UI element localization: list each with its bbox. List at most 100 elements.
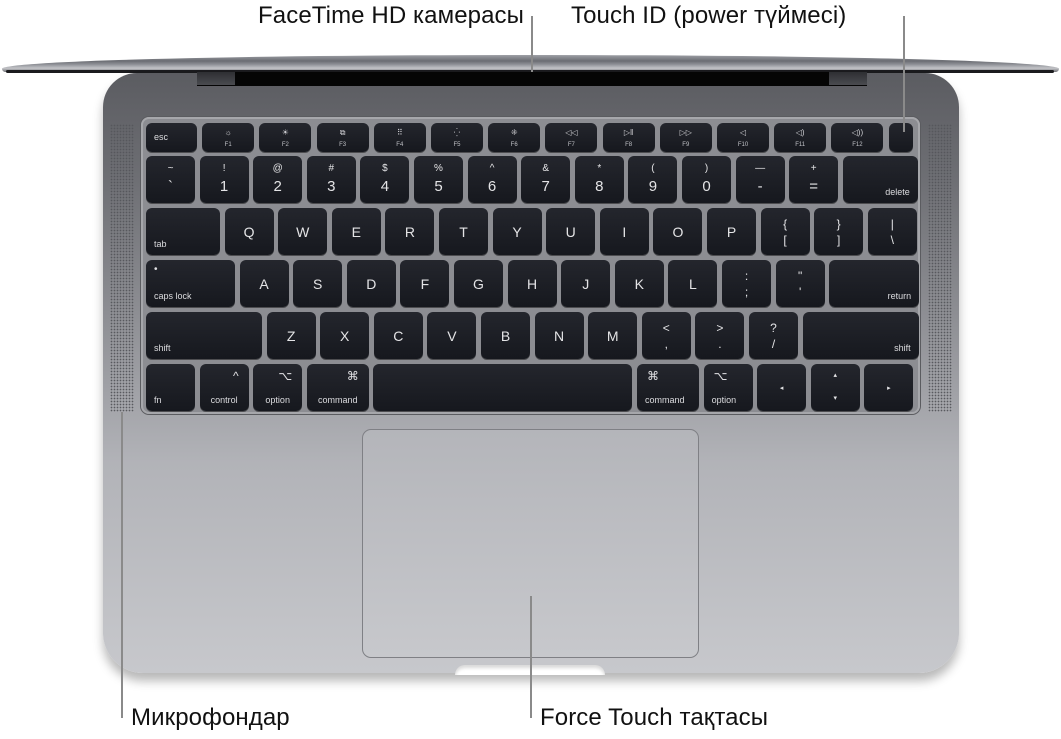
key-a[interactable]: A — [239, 260, 289, 307]
key-return[interactable]: return — [829, 260, 920, 307]
key-blank[interactable]: {[ — [760, 208, 810, 255]
key-label: control — [210, 395, 238, 405]
key-blank[interactable]: <, — [641, 312, 691, 359]
key-b[interactable]: B — [481, 312, 530, 359]
key-primary-symbol: ; — [744, 285, 749, 299]
key-blank[interactable]: }] — [814, 208, 864, 255]
key-up-down-arrows[interactable]: ▴ ▾ — [810, 364, 860, 411]
key-5[interactable]: % 5 — [414, 156, 463, 203]
key-f7[interactable]: ◁◁ F7 — [545, 123, 598, 152]
key-f4[interactable]: ⠿ F4 — [373, 123, 426, 152]
key-primary-symbol: 7 — [541, 178, 550, 195]
key-8[interactable]: * 8 — [574, 156, 624, 203]
key-7[interactable]: & 7 — [521, 156, 571, 203]
key-command[interactable]: ⌘ command — [637, 364, 699, 411]
key-i[interactable]: I — [599, 208, 649, 255]
key-f[interactable]: F — [400, 260, 450, 307]
key-d[interactable]: D — [346, 260, 396, 307]
key-letter: D — [366, 275, 377, 292]
key-command[interactable]: ⌘ command — [306, 364, 369, 411]
key-esc[interactable]: esc — [146, 123, 197, 152]
key-blank[interactable]: — - — [735, 156, 785, 203]
key-f5[interactable]: ⁛ F5 — [431, 123, 483, 152]
key-v[interactable]: V — [427, 312, 477, 359]
key-blank[interactable]: ~ ` — [146, 156, 195, 203]
microphones-callout: Микрофондар — [131, 704, 290, 731]
key-f10[interactable]: ◁ F10 — [717, 123, 769, 152]
key-primary-symbol: ` — [168, 178, 173, 195]
key-letter: Q — [243, 223, 255, 240]
key-9[interactable]: (9 — [628, 156, 678, 203]
key-letter: J — [582, 275, 590, 292]
key-n[interactable]: N — [534, 312, 584, 359]
key-2[interactable]: @2 — [253, 156, 303, 203]
key-f12[interactable]: ◁)) F12 — [831, 123, 884, 152]
key-m[interactable]: M — [588, 312, 638, 359]
touch-id-callout: Touch ID (power түймесі) — [571, 2, 847, 29]
caps-lock-indicator-icon: • — [154, 264, 158, 275]
key-r[interactable]: R — [385, 208, 435, 255]
key-1[interactable]: ! 1 — [199, 156, 249, 203]
microphones-leader-line — [121, 412, 123, 718]
key-delete[interactable]: delete — [842, 156, 918, 203]
key-blank[interactable]: " ' — [775, 260, 825, 307]
key-f9[interactable]: ▷▷ F9 — [659, 123, 712, 152]
key-p[interactable]: P — [707, 208, 756, 255]
key-f6[interactable]: ⁜ F6 — [488, 123, 541, 152]
camera-callout: FaceTime HD камерасы — [258, 2, 524, 29]
key-blank[interactable]: :; — [722, 260, 771, 307]
key-primary-symbol: ] — [837, 233, 841, 247]
key-t[interactable]: T — [439, 208, 488, 255]
key-f2[interactable]: ☀ F2 — [259, 123, 312, 152]
spacebar-key[interactable] — [373, 364, 633, 411]
key-tab[interactable]: tab — [146, 208, 220, 255]
control-symbol-icon: ^ — [232, 369, 239, 383]
key-right-arrow[interactable]: ▸ — [864, 364, 914, 411]
key-letter: K — [634, 275, 644, 292]
key-z[interactable]: Z — [266, 312, 316, 359]
trackpad-leader-line — [530, 596, 532, 718]
f5-function-icon: ⁛ — [453, 128, 461, 137]
key-blank[interactable]: | \ — [867, 208, 917, 255]
key-q[interactable]: Q — [224, 208, 274, 255]
key-label: return — [887, 291, 912, 301]
key-3[interactable]: #3 — [306, 156, 356, 203]
key-control[interactable]: ^ control — [199, 364, 249, 411]
key-j[interactable]: J — [561, 260, 611, 307]
key-option[interactable]: ⌥ option — [253, 364, 303, 411]
key-s[interactable]: S — [293, 260, 343, 307]
key-blank[interactable]: + = — [789, 156, 839, 203]
key-g[interactable]: G — [454, 260, 503, 307]
key-h[interactable]: H — [507, 260, 557, 307]
key-y[interactable]: Y — [492, 208, 542, 255]
key-x[interactable]: X — [320, 312, 370, 359]
key-f11[interactable]: ◁) F11 — [774, 123, 827, 152]
key-fn[interactable]: fn — [146, 364, 195, 411]
key-shift[interactable]: shift — [146, 312, 262, 359]
key-e[interactable]: E — [331, 208, 381, 255]
key-primary-symbol: 4 — [380, 178, 390, 195]
key-c[interactable]: C — [373, 312, 423, 359]
key-4[interactable]: $4 — [360, 156, 410, 203]
key-l[interactable]: L — [668, 260, 718, 307]
key-blank[interactable]: >. — [695, 312, 745, 359]
key-shift[interactable]: shift — [802, 312, 919, 359]
key-option[interactable]: ⌥ option — [703, 364, 753, 411]
key-shift-symbol: @ — [272, 163, 283, 174]
key-0[interactable]: ) 0 — [682, 156, 731, 203]
key-k[interactable]: K — [614, 260, 664, 307]
key-o[interactable]: O — [653, 208, 703, 255]
key-u[interactable]: U — [546, 208, 596, 255]
key-shift-symbol: ( — [651, 163, 655, 174]
key-primary-symbol: 1 — [219, 178, 229, 195]
key-f3[interactable]: ⧉ F3 — [316, 123, 369, 152]
key-caps-lock[interactable]: • caps lock — [146, 260, 235, 307]
key-f8[interactable]: ▷ǁ F8 — [602, 123, 655, 152]
f1-function-icon: ☼ — [224, 128, 232, 137]
key-f1[interactable]: ☼ F1 — [202, 123, 255, 152]
key-6[interactable]: ^ 6 — [467, 156, 517, 203]
key-blank[interactable]: ? / — [749, 312, 798, 359]
key-w[interactable]: W — [278, 208, 328, 255]
touch-id-power-button[interactable] — [888, 123, 913, 152]
key-left-arrow[interactable]: ◂ — [757, 364, 807, 411]
